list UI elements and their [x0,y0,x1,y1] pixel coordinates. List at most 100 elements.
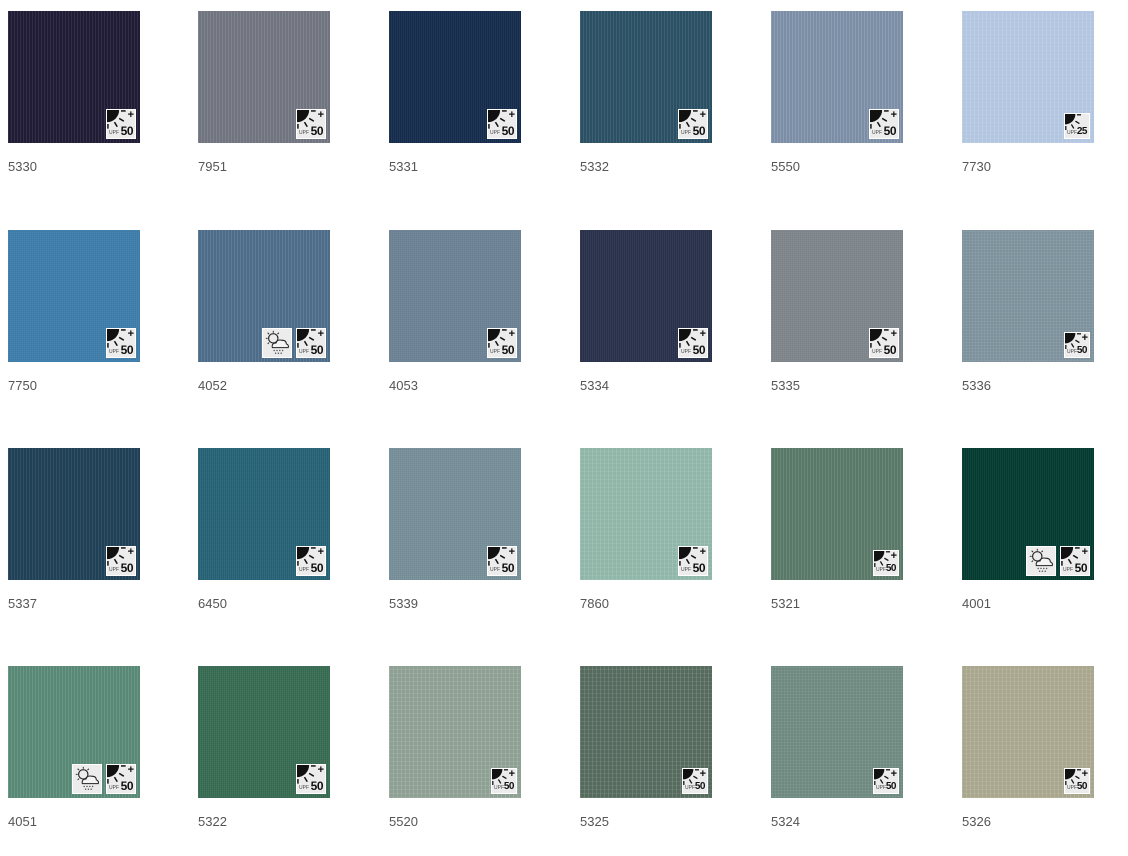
upf-rating: 50 [501,124,515,138]
upf-label: UPF [299,349,309,355]
fabric-swatch-image[interactable]: UPF 50 + [389,11,521,143]
fabric-swatch-image[interactable]: UPF 50 + [771,448,903,580]
fabric-code-label: 5336 [962,378,991,393]
fabric-swatch-image[interactable]: UPF 50 + [580,666,712,798]
upf-label: UPF [872,349,882,355]
fabric-swatch-image[interactable]: UPF 50 + [198,11,330,143]
fabric-swatch-tile[interactable]: UPF 50 +5332 [580,11,712,201]
upf-plus-sign: + [1081,332,1088,344]
fabric-code-label: 5332 [580,159,609,174]
fabric-swatch-image[interactable]: UPF 50 + [389,448,521,580]
fabric-swatch-tile[interactable]: UPF 50 + 7860 [580,448,712,638]
fabric-swatch-image[interactable]: UPF 50 + [771,666,903,798]
fabric-swatch-tile[interactable]: UPF 50 +5331 [389,11,521,201]
upf-plus-sign: + [508,768,515,780]
upf-rating: 50 [883,343,897,357]
fabric-swatch-tile[interactable]: UPF 50 + 4053 [389,230,521,420]
uv-protection-icon: UPF 50 + [487,546,517,576]
feature-badges: UPF 50 + [682,768,708,794]
fabric-swatch-image[interactable]: UPF 50 + [962,448,1094,580]
fabric-swatch-tile[interactable]: UPF 50 +6450 [198,448,330,638]
fabric-swatch-tile[interactable]: UPF 50 + 5336 [962,230,1094,420]
upf-rating: 50 [310,779,324,793]
upf-plus-sign: + [508,546,515,558]
fabric-swatch-tile[interactable]: UPF 25 7730 [962,11,1094,201]
feature-badges: UPF 25 [1064,113,1090,139]
upf-label: UPF [109,567,119,573]
fabric-swatch-tile[interactable]: UPF 50 +7750 [8,230,140,420]
upf-label: UPF [872,130,882,136]
uv-protection-icon: UPF 50 + [873,550,899,576]
upf-rating: 50 [885,563,897,574]
upf-rating: 50 [692,124,706,138]
upf-label: UPF [299,785,309,791]
feature-badges: UPF 50 + [1064,768,1090,794]
fabric-swatch-tile[interactable]: UPF 50 + 5322 [198,666,330,856]
fabric-swatch-tile[interactable]: UPF 50 +4051 [8,666,140,856]
fabric-swatch-image[interactable]: UPF 50 + [198,230,330,362]
fabric-swatch-image[interactable]: UPF 50 + [8,666,140,798]
fabric-swatch-image[interactable]: UPF 50 + [771,230,903,362]
fabric-swatch-image[interactable]: UPF 25 [962,11,1094,143]
fabric-swatch-tile[interactable]: UPF 50 +5326 [962,666,1094,856]
fabric-swatch-image[interactable]: UPF 50 + [580,230,712,362]
fabric-swatch-tile[interactable]: UPF 50 +5520 [389,666,521,856]
upf-plus-sign: + [317,109,324,121]
upf-rating: 50 [120,343,134,357]
upf-rating: 50 [885,781,897,792]
upf-rating: 50 [310,343,324,357]
upf-rating: 50 [310,124,324,138]
fabric-swatch-tile[interactable]: UPF 50 +5334 [580,230,712,420]
fabric-code-label: 4052 [198,378,227,393]
fabric-swatch-image[interactable]: UPF 50 + [771,11,903,143]
fabric-swatch-image[interactable]: UPF 50 + [8,11,140,143]
upf-plus-sign: + [699,109,706,121]
fabric-code-label: 5321 [771,596,800,611]
uv-protection-icon: UPF 50 + [869,109,899,139]
upf-plus-sign: + [127,764,134,776]
upf-rating: 50 [120,124,134,138]
fabric-swatch-image[interactable]: UPF 50 + [389,230,521,362]
uv-protection-icon: UPF 50 + [678,109,708,139]
fabric-swatch-tile[interactable]: UPF 50 +7951 [198,11,330,201]
feature-badges: UPF 50 + [869,328,899,358]
fabric-code-label: 4001 [962,596,991,611]
upf-label: UPF [876,785,886,791]
fabric-swatch-tile[interactable]: UPF 50 + 5339 [389,448,521,638]
fabric-code-label: 5322 [198,814,227,829]
fabric-swatch-image[interactable]: UPF 50 + [389,666,521,798]
fabric-swatch-tile[interactable]: UPF 50 +4052 [198,230,330,420]
uv-protection-icon: UPF 50 + [296,109,326,139]
uv-protection-icon: UPF 50 + [296,764,326,794]
fabric-code-label: 4053 [389,378,418,393]
fabric-swatch-tile[interactable]: UPF 50 +5337 [8,448,140,638]
upf-plus-sign: + [317,546,324,558]
fabric-swatch-image[interactable]: UPF 50 + [8,448,140,580]
upf-label: UPF [681,349,691,355]
fabric-swatch-tile[interactable]: UPF 50 + 4001 [962,448,1094,638]
fabric-swatch-image[interactable]: UPF 50 + [8,230,140,362]
fabric-swatch-tile[interactable]: UPF 50 +5325 [580,666,712,856]
fabric-swatch-tile[interactable]: UPF 50 +5330 [8,11,140,201]
fabric-swatch-tile[interactable]: UPF 50 +5335 [771,230,903,420]
fabric-swatch-image[interactable]: UPF 50 + [580,448,712,580]
fabric-code-label: 7860 [580,596,609,611]
fabric-swatch-image[interactable]: UPF 50 + [198,666,330,798]
upf-rating: 50 [692,343,706,357]
upf-plus-sign: + [317,328,324,340]
fabric-swatch-image[interactable]: UPF 50 + [962,666,1094,798]
upf-plus-sign: + [890,109,897,121]
uv-protection-icon: UPF 50 + [296,328,326,358]
fabric-swatch-image[interactable]: UPF 50 + [962,230,1094,362]
upf-plus-sign: + [508,328,515,340]
fabric-swatch-image[interactable]: UPF 50 + [198,448,330,580]
fabric-swatch-tile[interactable]: UPF 50 + 5321 [771,448,903,638]
fabric-code-label: 5339 [389,596,418,611]
upf-plus-sign: + [1081,768,1088,780]
fabric-swatch-tile[interactable]: UPF 50 +5550 [771,11,903,201]
uv-protection-icon: UPF 50 + [1064,332,1090,358]
upf-rating: 50 [694,781,706,792]
fabric-swatch-image[interactable]: UPF 50 + [580,11,712,143]
fabric-swatch-tile[interactable]: UPF 50 +5324 [771,666,903,856]
upf-label: UPF [109,785,119,791]
